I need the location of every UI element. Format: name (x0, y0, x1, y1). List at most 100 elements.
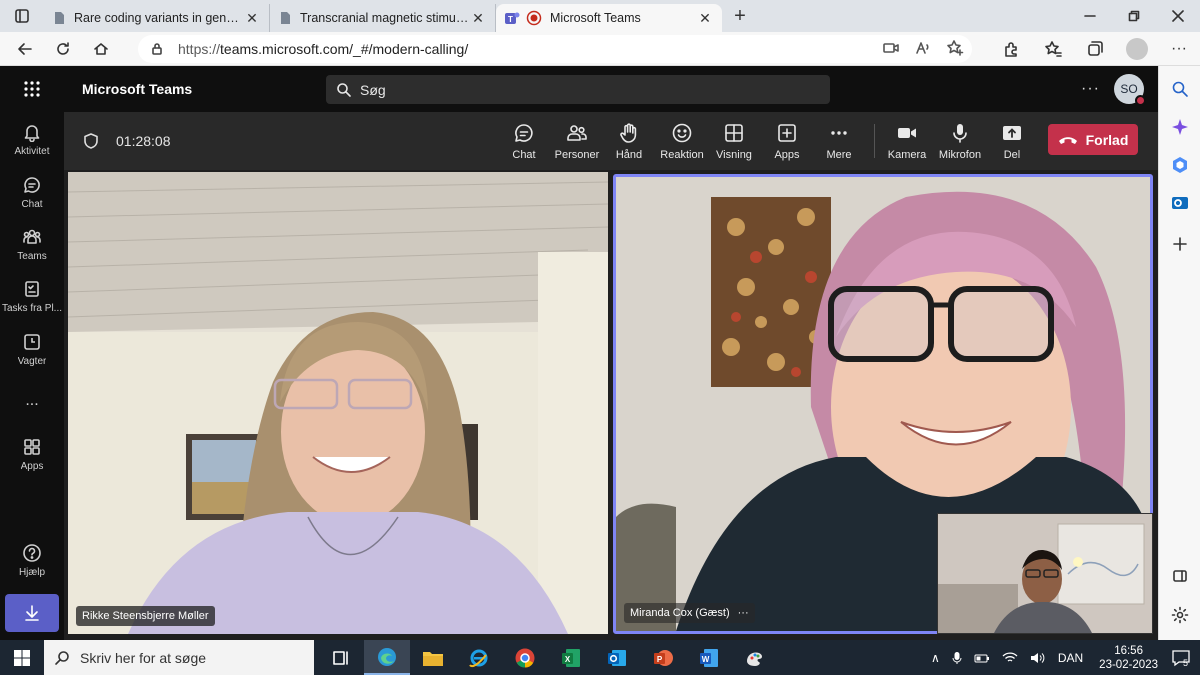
tab-actions-icon[interactable] (0, 0, 44, 32)
sparkle-icon[interactable] (1159, 118, 1200, 136)
browser-tab[interactable]: Rare coding variants in genes en ✕ (44, 4, 270, 32)
smile-icon (672, 123, 692, 143)
view-button[interactable]: Visning (708, 122, 760, 161)
rail-item-chat[interactable]: Chat (0, 175, 64, 221)
minimize-icon[interactable] (1068, 0, 1112, 32)
excel-icon[interactable]: X (548, 640, 594, 675)
download-button[interactable] (5, 594, 59, 632)
apps-button[interactable]: Apps (761, 122, 813, 161)
back-icon[interactable] (6, 32, 44, 66)
camera-button[interactable]: Kamera (881, 122, 933, 161)
participant-video-tile[interactable]: Rikke Steensbjerre Møller (68, 172, 608, 634)
document-icon (281, 12, 290, 24)
more-options-icon[interactable]: ··· (1081, 80, 1100, 98)
rail-item-activity[interactable]: Aktivitet (0, 122, 64, 168)
clock[interactable]: 16:56 23-02-2023 (1099, 644, 1158, 672)
refresh-icon[interactable] (44, 32, 82, 66)
microphone-button[interactable]: Mikrofon (934, 122, 986, 161)
hand-icon (620, 123, 637, 143)
lock-icon (152, 43, 162, 55)
people-button[interactable]: Personer (551, 122, 603, 161)
close-tab-icon[interactable]: ✕ (469, 10, 487, 27)
notifications-icon[interactable]: 5 (1168, 648, 1194, 668)
reactions-button[interactable]: Reaktion (656, 122, 708, 161)
outlook-taskbar-icon[interactable] (594, 640, 640, 675)
participant-more-icon[interactable]: ··· (738, 607, 749, 619)
edge-sidebar (1158, 66, 1200, 640)
search-icon[interactable] (1159, 80, 1200, 98)
restore-icon[interactable] (1112, 0, 1156, 32)
control-label: Personer (554, 149, 600, 161)
more-icon (831, 131, 847, 135)
microphone-tray-icon[interactable] (952, 651, 962, 665)
powerpoint-icon[interactable]: P (640, 640, 686, 675)
volume-icon[interactable] (1030, 652, 1046, 664)
user-avatar[interactable]: SO (1114, 74, 1146, 106)
share-icon (1003, 126, 1021, 140)
clock-time: 16:56 (1114, 644, 1143, 657)
settings-more-icon[interactable]: ··· (1158, 32, 1200, 66)
sidebar-layout-icon[interactable] (1159, 568, 1200, 584)
close-window-icon[interactable] (1156, 0, 1200, 32)
extensions-icon[interactable] (990, 32, 1032, 66)
language-indicator[interactable]: DAN (1058, 651, 1083, 665)
self-view-tile[interactable] (937, 513, 1153, 634)
settings-gear-icon[interactable] (1159, 606, 1200, 624)
rail-item-apps[interactable]: Apps (0, 437, 64, 483)
leave-button[interactable]: Forlad (1048, 124, 1138, 155)
app-title: Microsoft Teams (82, 81, 193, 97)
word-icon[interactable]: W (686, 640, 732, 675)
browser-toolbar: https://teams.microsoft.com/_#/modern-ca… (0, 32, 1200, 66)
rail-item-tasks[interactable]: Tasks fra Pl... (0, 279, 64, 325)
browser-tab[interactable]: Transcranial magnetic stimulation ✕ (270, 4, 496, 32)
self-video (938, 514, 1152, 633)
search-icon (55, 650, 69, 665)
plus-square-icon (778, 124, 796, 142)
add-icon[interactable] (1159, 236, 1200, 252)
chat-button[interactable]: Chat (498, 122, 550, 161)
search-input[interactable]: Søg (326, 75, 830, 104)
wifi-icon[interactable] (1002, 651, 1018, 664)
new-tab-button[interactable]: + (722, 5, 758, 28)
url-text: https://teams.microsoft.com/_#/modern-ca… (178, 41, 468, 57)
participant-nameplate: Rikke Steensbjerre Møller (76, 606, 215, 626)
add-favorite-icon[interactable] (946, 39, 964, 57)
address-bar[interactable]: https://teams.microsoft.com/_#/modern-ca… (138, 35, 972, 63)
close-tab-icon[interactable]: ✕ (243, 10, 261, 27)
leave-label: Forlad (1085, 131, 1129, 148)
battery-icon[interactable] (974, 652, 990, 664)
outlook-icon[interactable] (1159, 194, 1200, 212)
controls-divider (874, 124, 875, 158)
paint-icon[interactable] (732, 640, 778, 675)
search-placeholder: Søg (360, 81, 386, 98)
favorites-icon[interactable] (1032, 32, 1074, 66)
home-icon[interactable] (82, 32, 120, 66)
raise-hand-button[interactable]: Hånd (603, 122, 655, 161)
file-explorer-icon[interactable] (410, 640, 456, 675)
app-launcher-icon[interactable] (0, 80, 64, 98)
profile-avatar[interactable] (1126, 38, 1148, 60)
rail-item-shifts[interactable]: Vagter (0, 332, 64, 378)
more-button[interactable]: Mere (813, 122, 865, 161)
chrome-icon[interactable] (502, 640, 548, 675)
close-tab-icon[interactable]: ✕ (696, 10, 714, 27)
download-icon (25, 605, 39, 621)
taskbar-search-input[interactable]: Skriv her for at søge (44, 640, 314, 675)
internet-explorer-icon[interactable] (456, 640, 502, 675)
office-icon[interactable] (1159, 156, 1200, 174)
status-busy-icon (1135, 95, 1146, 106)
browser-tab-active[interactable]: T Microsoft Teams ✕ (496, 4, 722, 32)
show-hidden-icons-icon[interactable]: ∧ (931, 651, 940, 665)
read-aloud-icon[interactable] (914, 39, 932, 57)
camera-permission-icon[interactable] (882, 39, 900, 57)
rail-item-teams[interactable]: Teams (0, 227, 64, 273)
windows-start-icon[interactable] (0, 649, 44, 667)
rail-more-icon[interactable]: ... (0, 392, 64, 438)
share-button[interactable]: Del (986, 122, 1038, 161)
control-label: Visning (716, 149, 752, 161)
task-view-icon[interactable] (318, 640, 364, 675)
edge-taskbar-icon[interactable] (364, 640, 410, 675)
bell-icon (24, 125, 40, 142)
collections-icon[interactable] (1074, 32, 1116, 66)
rail-item-help[interactable]: Hjælp (0, 543, 64, 589)
